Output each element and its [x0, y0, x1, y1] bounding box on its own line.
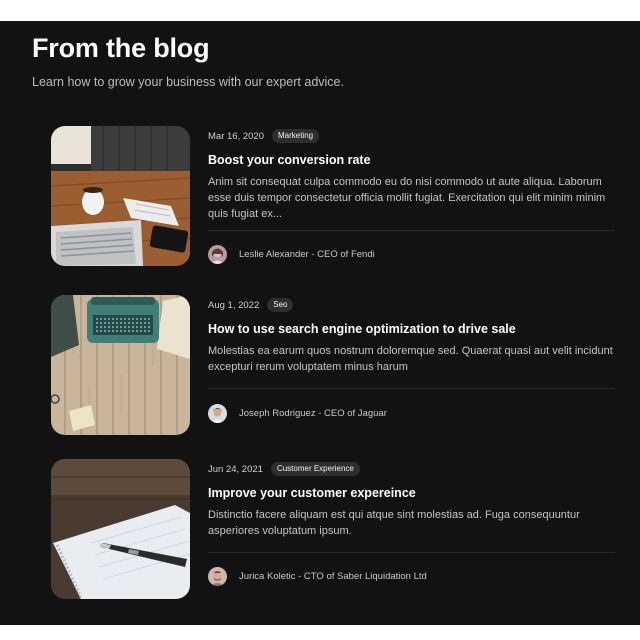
post-excerpt: Anim sit consequat culpa commodo eu do n…: [208, 176, 606, 220]
category-tag[interactable]: Customer Experience: [270, 462, 360, 476]
author-avatar: [208, 404, 227, 423]
post-date: Aug 1, 2022: [208, 299, 260, 311]
post-image-laptop-desk[interactable]: [51, 126, 190, 266]
post-image-notebook-pen[interactable]: [51, 459, 190, 599]
post-title[interactable]: Improve your customer expereince: [208, 486, 416, 500]
post-author[interactable]: Joseph Rodriguez - CEO of Jaguar: [208, 404, 387, 423]
post-excerpt: Molestias ea earum quos nostrum doloremq…: [208, 345, 613, 373]
author-name: Jurica Koletic - CTO of Saber Liquidatio…: [239, 571, 427, 582]
post-title[interactable]: How to use search engine optimization to…: [208, 322, 516, 336]
section-title: From the blog: [32, 33, 210, 63]
section-subtitle: Learn how to grow your business with our…: [32, 75, 344, 89]
post-date: Mar 16, 2020: [208, 130, 264, 142]
post-author[interactable]: Jurica Koletic - CTO of Saber Liquidatio…: [208, 567, 427, 586]
post-title[interactable]: Boost your conversion rate: [208, 153, 371, 167]
post-author[interactable]: Leslie Alexander - CEO of Fendi: [208, 245, 375, 264]
author-name: Joseph Rodriguez - CEO of Jaguar: [239, 408, 387, 419]
author-avatar: [208, 245, 227, 264]
category-tag[interactable]: Marketing: [271, 129, 320, 143]
divider: [208, 388, 615, 389]
author-avatar: [208, 567, 227, 586]
blog-post-card[interactable]: Mar 16, 2020 Marketing Boost your conver…: [51, 126, 615, 266]
post-excerpt: Distinctio facere aliquam est qui atque …: [208, 509, 580, 537]
post-date: Jun 24, 2021: [208, 463, 263, 475]
divider: [208, 552, 615, 553]
post-image-typewriter[interactable]: [51, 295, 190, 435]
blog-section: From the blog Learn how to grow your bus…: [0, 21, 640, 625]
blog-post-card[interactable]: Jun 24, 2021 Customer Experience Improve…: [51, 459, 615, 599]
author-name: Leslie Alexander - CEO of Fendi: [239, 249, 375, 260]
blog-post-card[interactable]: Aug 1, 2022 Seo How to use search engine…: [51, 295, 615, 435]
divider: [208, 230, 615, 231]
category-tag[interactable]: Seo: [267, 298, 294, 312]
